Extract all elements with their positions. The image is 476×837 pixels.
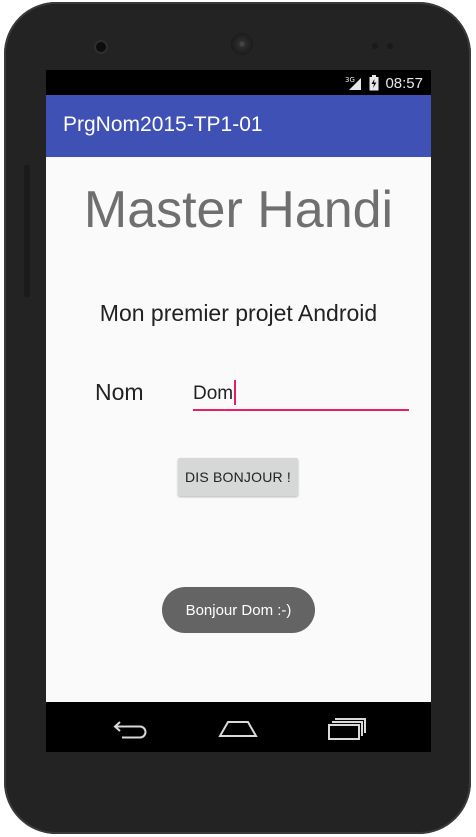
name-label: Nom: [95, 379, 144, 405]
recents-icon: [328, 718, 366, 740]
home-icon: [218, 721, 258, 737]
text-cursor: [234, 380, 236, 405]
app-bar: PrgNom2015-TP1-01: [46, 95, 431, 157]
network-type-label: 3G: [345, 76, 355, 84]
name-input[interactable]: Dom: [193, 375, 409, 411]
toast-message: Bonjour Dom :-): [162, 587, 315, 633]
back-icon: [113, 721, 147, 739]
proximity-sensor: [372, 43, 378, 49]
app-title: PrgNom2015-TP1-01: [63, 113, 263, 136]
status-clock: 08:57: [385, 74, 423, 92]
signal-3g-icon: 3G: [345, 76, 362, 90]
say-hello-button[interactable]: DIS BONJOUR !: [178, 458, 298, 496]
earpiece-speaker: [231, 33, 253, 55]
headline-text: Master Handi: [83, 181, 394, 239]
back-button[interactable]: [109, 716, 153, 742]
battery-icon: [369, 75, 379, 91]
front-camera: [96, 42, 106, 52]
recents-button[interactable]: [325, 716, 369, 742]
status-bar: 3G 08:57: [46, 70, 431, 95]
volume-button: [24, 165, 30, 297]
status-icons: 3G 08:57: [345, 73, 423, 93]
subtitle-text: Mon premier projet Android: [99, 300, 378, 326]
navigation-bar: [46, 702, 431, 752]
name-input-value: Dom: [193, 383, 234, 404]
light-sensor: [387, 43, 393, 49]
home-button[interactable]: [216, 716, 260, 742]
phone-screen: 3G 08:57 PrgNom2015-TP1-01 Master Handi …: [46, 70, 431, 752]
